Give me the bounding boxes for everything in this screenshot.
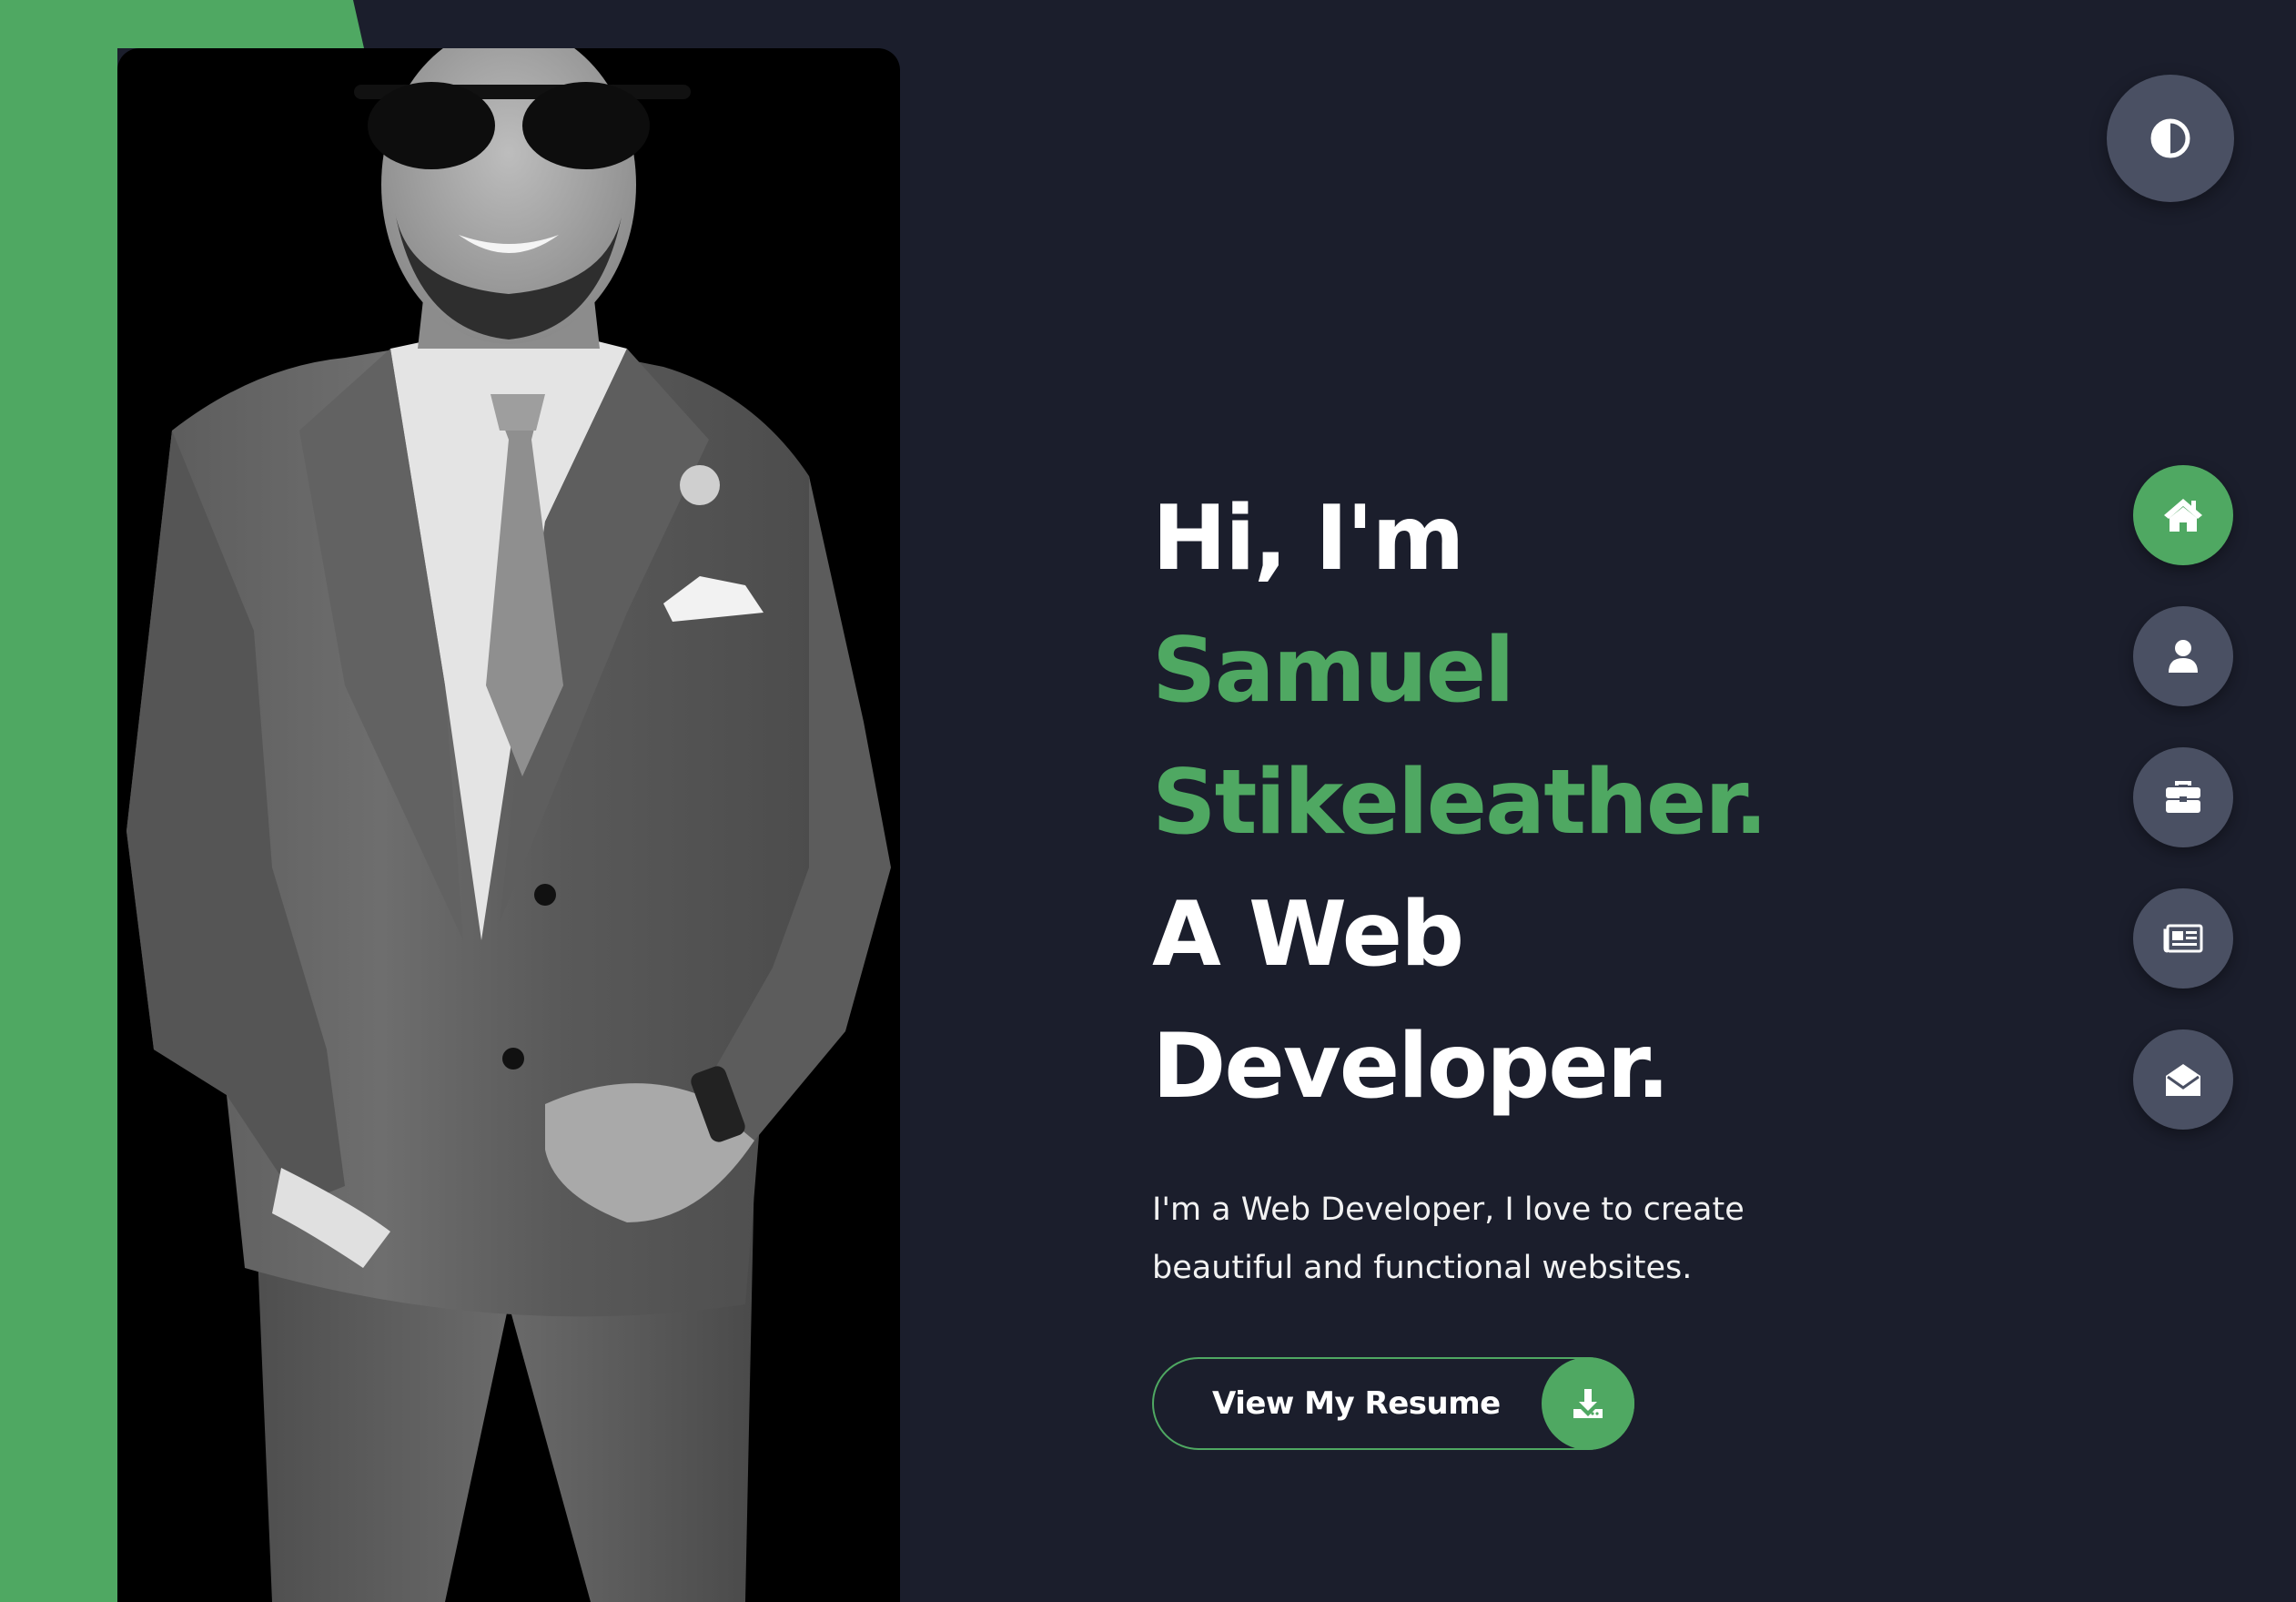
profile-photo: [117, 48, 900, 1602]
side-nav: [2133, 465, 2233, 1171]
view-resume-label: View My Resume: [1212, 1385, 1501, 1422]
briefcase-icon: [2166, 781, 2200, 813]
nav-portfolio-button[interactable]: [2133, 747, 2233, 847]
hero-section: Hi, I'm Samuel Stikeleather. A Web Devel…: [1152, 473, 1971, 1450]
greeting: Hi, I'm: [1152, 487, 1465, 591]
profile-illustration: [126, 48, 891, 1602]
intro-line-2: beautiful and functional websites.: [1152, 1250, 1693, 1286]
envelope-open-icon: [2166, 1064, 2200, 1096]
role-line-1: A Web: [1152, 883, 1464, 987]
view-resume-button[interactable]: View My Resume: [1152, 1357, 1634, 1450]
contrast-icon: [2150, 118, 2190, 158]
nav-home-button[interactable]: [2133, 465, 2233, 565]
page: Hi, I'm Samuel Stikeleather. A Web Devel…: [0, 0, 2296, 1602]
nav-contact-button[interactable]: [2133, 1029, 2233, 1130]
name-first: Samuel: [1152, 619, 1515, 723]
download-icon: [1542, 1357, 1634, 1450]
intro-line-1: I'm a Web Developer, I love to create: [1152, 1191, 1745, 1228]
intro-text: I'm a Web Developer, I love to create be…: [1152, 1181, 1844, 1297]
nav-blog-button[interactable]: [2133, 888, 2233, 989]
home-icon: [2164, 499, 2202, 532]
theme-toggle-button[interactable]: [2107, 75, 2234, 202]
user-icon: [2169, 640, 2198, 673]
nav-about-button[interactable]: [2133, 606, 2233, 706]
name-last: Stikeleather.: [1152, 751, 1768, 855]
role-line-2: Developer.: [1152, 1015, 1670, 1119]
newspaper-icon: [2163, 924, 2203, 953]
